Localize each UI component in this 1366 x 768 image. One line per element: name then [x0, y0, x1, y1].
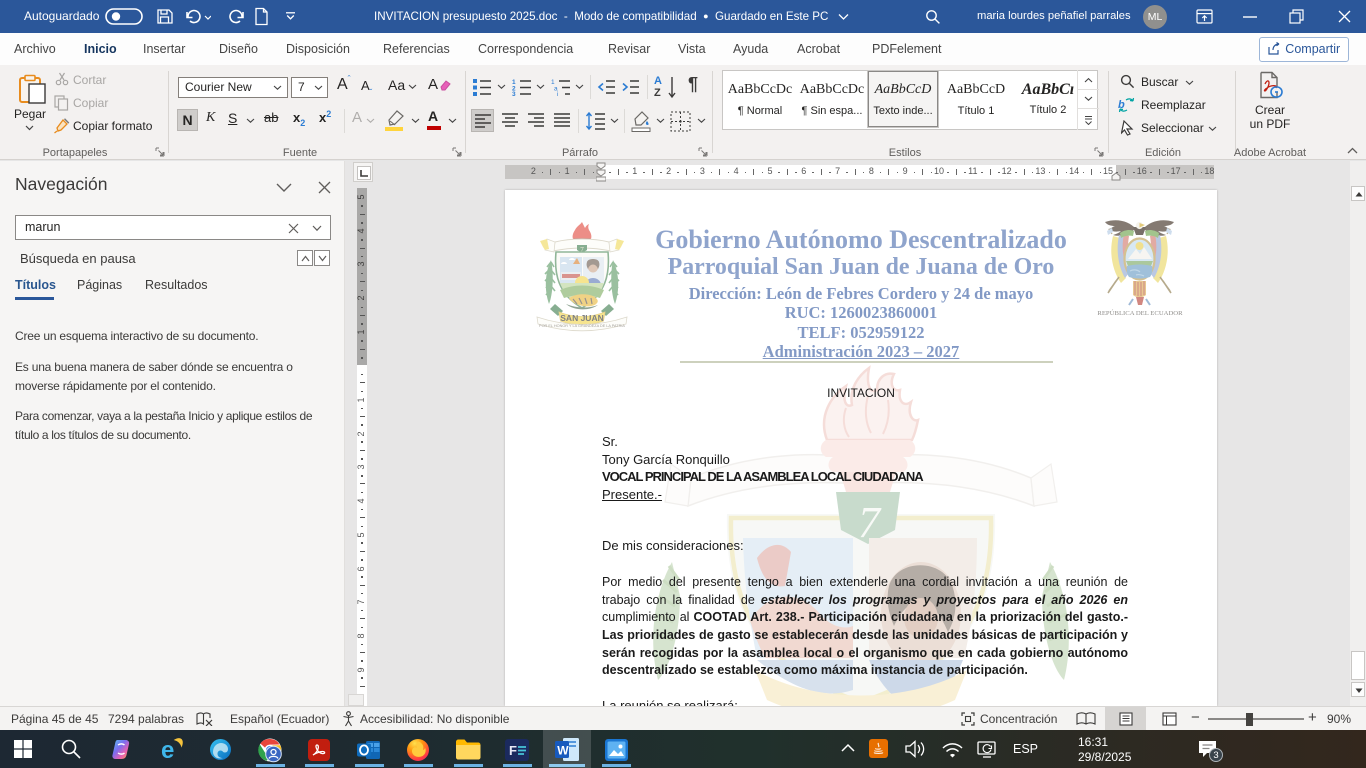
- svg-text:3: 3: [512, 91, 516, 96]
- svg-text:i: i: [557, 91, 558, 96]
- svg-text:F: F: [509, 743, 517, 758]
- svg-text:W: W: [557, 744, 569, 758]
- svg-text:e: e: [161, 737, 174, 762]
